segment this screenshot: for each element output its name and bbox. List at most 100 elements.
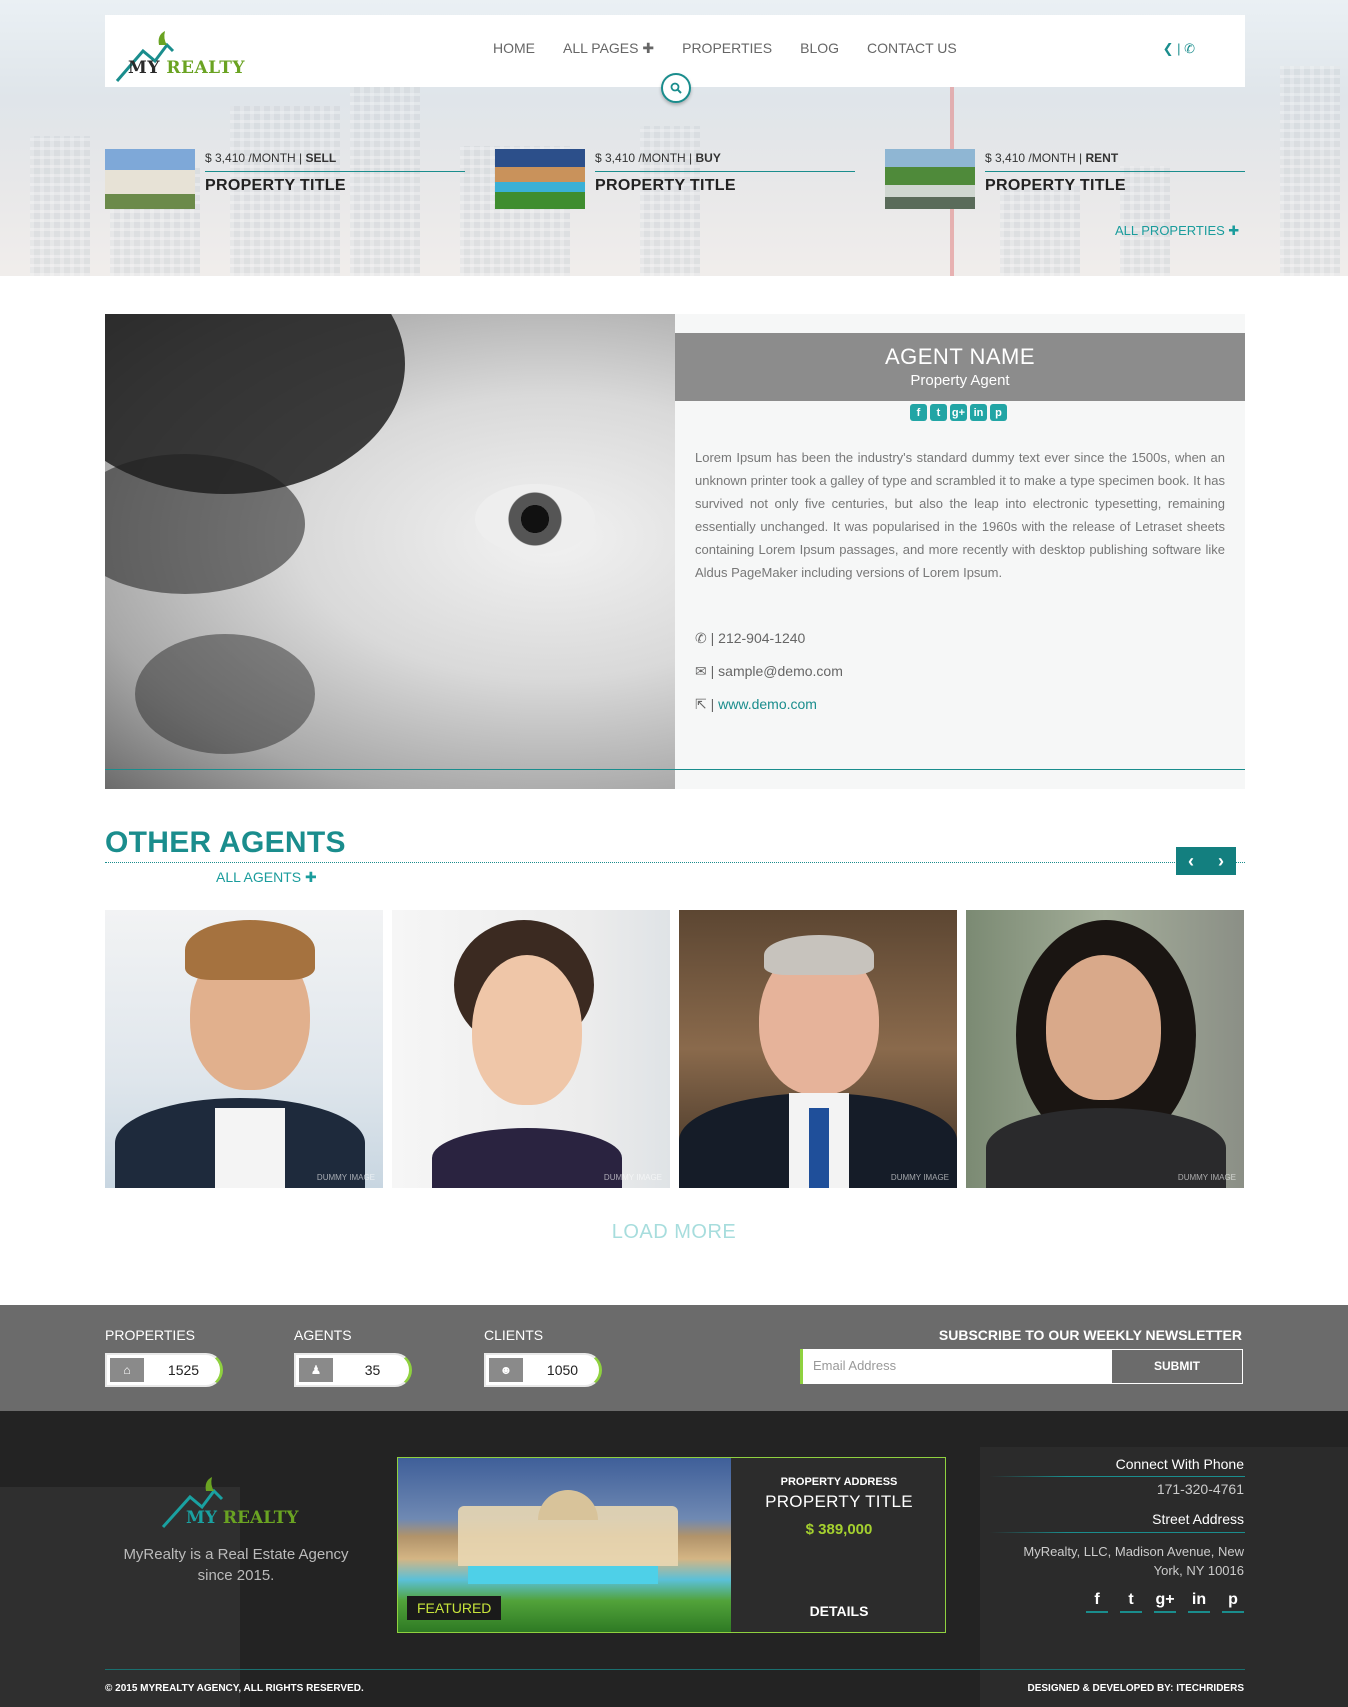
linkedin-icon[interactable]: in (970, 404, 987, 421)
featured-price: $ 389,000 (805, 1521, 873, 1538)
share-phone-icons[interactable]: ❮ | ✆ (1163, 41, 1195, 57)
twitter-icon[interactable]: t (1120, 1591, 1142, 1613)
watermark: DUMMY IMAGE (1177, 1173, 1236, 1182)
user-icon: ♟ (299, 1358, 333, 1382)
nav-contact-us[interactable]: CONTACT US (867, 40, 957, 57)
submit-button[interactable]: SUBMIT (1111, 1349, 1243, 1384)
google-plus-icon[interactable]: g+ (1154, 1591, 1176, 1613)
watermark: DUMMY IMAGE (603, 1173, 662, 1182)
agent-name: AGENT NAME (884, 344, 1036, 369)
nav-properties[interactable]: PROPERTIES (682, 40, 772, 57)
stat-value: 35 (364, 1362, 381, 1378)
external-link-icon: ⇱ (695, 696, 707, 712)
stat-label: CLIENTS (484, 1327, 544, 1343)
nav-blog[interactable]: BLOG (800, 40, 839, 57)
load-more-button[interactable]: LOAD MORE (0, 1221, 1348, 1244)
chevron-left-icon[interactable]: ‹ (1176, 847, 1206, 875)
divider (205, 171, 465, 172)
stat-agents: ♟ 35 (294, 1353, 412, 1387)
agent-thumbnail[interactable]: DUMMY IMAGE (966, 910, 1244, 1188)
home-icon: ⌂ (110, 1358, 144, 1382)
property-card[interactable]: $ 3,410 /MONTH | RENT PROPERTY TITLE (885, 149, 1245, 211)
featured-address: PROPERTY ADDRESS (780, 1476, 898, 1488)
property-thumbnail[interactable] (885, 149, 975, 209)
twitter-icon[interactable]: t (930, 404, 947, 421)
photo-shape (185, 920, 315, 980)
footer-social-links: f t g+ in p (1086, 1591, 1244, 1613)
property-card[interactable]: $ 3,410 /MONTH | SELL PROPERTY TITLE (105, 149, 465, 211)
footer: MY REALTY MyRealty is a Real Estate Agen… (0, 1411, 1348, 1707)
agent-thumbnail[interactable]: DUMMY IMAGE (105, 910, 383, 1188)
property-price: $ 3,410 /MONTH | RENT (985, 151, 1119, 165)
nav-home[interactable]: HOME (493, 40, 535, 57)
photo-shape (468, 1566, 658, 1584)
logo-text[interactable]: MY REALTY (128, 58, 245, 78)
featured-title[interactable]: PROPERTY TITLE (731, 1492, 947, 1512)
agent-thumbnail[interactable]: DUMMY IMAGE (392, 910, 670, 1188)
stat-value: 1050 (546, 1362, 579, 1378)
property-title[interactable]: PROPERTY TITLE (985, 177, 1126, 195)
all-properties-link[interactable]: ALL PROPERTIES ✚ (1115, 223, 1239, 239)
divider (105, 1669, 1245, 1670)
stat-label: PROPERTIES (105, 1327, 195, 1343)
agent-website-link[interactable]: www.demo.com (718, 696, 817, 712)
property-thumbnail[interactable] (495, 149, 585, 209)
watermark: DUMMY IMAGE (890, 1173, 949, 1182)
agent-website: ⇱ | www.demo.com (695, 696, 817, 712)
chevron-right-icon[interactable]: › (1206, 847, 1236, 875)
footer-logo-text[interactable]: MY REALTY (186, 1508, 299, 1528)
footer-tagline: MyRealty is a Real Estate Agency since 2… (123, 1546, 349, 1584)
featured-property-image[interactable]: FEATURED (398, 1458, 731, 1632)
phone-label: Connect With Phone (1115, 1456, 1244, 1472)
property-price: $ 3,410 /MONTH | BUY (595, 151, 721, 165)
photo-shape (538, 1490, 598, 1520)
divider (990, 1476, 1245, 1477)
facebook-icon[interactable]: f (1086, 1591, 1108, 1613)
property-thumbnail[interactable] (105, 149, 195, 209)
photo-shape (475, 484, 595, 554)
pinterest-icon[interactable]: p (990, 404, 1007, 421)
watermark: DUMMY IMAGE (316, 1173, 375, 1182)
developer-credit[interactable]: DESIGNED & DEVELOPED BY: ITECHRIDERS (1027, 1683, 1244, 1694)
agent-email: ✉ | sample@demo.com (695, 663, 843, 679)
photo-shape (472, 955, 582, 1105)
photo-shape (1046, 955, 1161, 1100)
linkedin-icon[interactable]: in (1188, 1591, 1210, 1613)
nav-all-pages[interactable]: ALL PAGES ✚ (563, 40, 654, 57)
property-title[interactable]: PROPERTY TITLE (595, 177, 736, 195)
agent-header: AGENT NAME Property Agent (675, 333, 1245, 401)
agent-thumbnail[interactable]: DUMMY IMAGE (679, 910, 957, 1188)
details-button[interactable]: DETAILS (731, 1603, 947, 1619)
featured-badge: FEATURED (407, 1596, 502, 1620)
phone-icon: ✆ (695, 630, 707, 646)
footer-phone: 171-320-4761 (1156, 1481, 1244, 1497)
stat-properties: ⌂ 1525 (105, 1353, 223, 1387)
newsletter-form: Email Address SUBMIT (800, 1349, 1243, 1384)
featured-properties-strip: $ 3,410 /MONTH | SELL PROPERTY TITLE $ 3… (105, 149, 1245, 209)
all-agents-link[interactable]: ALL AGENTS ✚ (216, 869, 317, 886)
photo-shape (764, 935, 874, 975)
photo-shape (135, 634, 315, 754)
property-card[interactable]: $ 3,410 /MONTH | BUY PROPERTY TITLE (495, 149, 855, 211)
google-plus-icon[interactable]: g+ (950, 404, 967, 421)
facebook-icon[interactable]: f (910, 404, 927, 421)
pinterest-icon[interactable]: p (1222, 1591, 1244, 1613)
agent-phone: ✆ | 212-904-1240 (695, 630, 806, 646)
footer-address: MyRealty, LLC, Madison Avenue, New York,… (1023, 1544, 1244, 1578)
photo-shape (432, 1128, 622, 1188)
stats-bar: PROPERTIES ⌂ 1525 AGENTS ♟ 35 CLIENTS ☻ … (0, 1305, 1348, 1411)
stat-value: 1525 (167, 1362, 200, 1378)
divider (985, 171, 1245, 172)
footer-featured-property[interactable]: FEATURED PROPERTY ADDRESS PROPERTY TITLE… (397, 1457, 946, 1633)
search-icon (670, 82, 682, 94)
photo-shape (215, 1108, 285, 1188)
email-field[interactable]: Email Address (800, 1349, 1111, 1384)
users-icon: ☻ (489, 1358, 523, 1382)
divider (105, 862, 1245, 863)
property-title[interactable]: PROPERTY TITLE (205, 177, 346, 195)
agent-bio: Lorem Ipsum has been the industry's stan… (695, 450, 1225, 580)
search-button[interactable] (661, 73, 691, 103)
copyright: © 2015 MYREALTY AGENCY, ALL RIGHTS RESER… (105, 1683, 364, 1694)
photo-shape (809, 1108, 829, 1188)
agent-photo (105, 314, 675, 789)
